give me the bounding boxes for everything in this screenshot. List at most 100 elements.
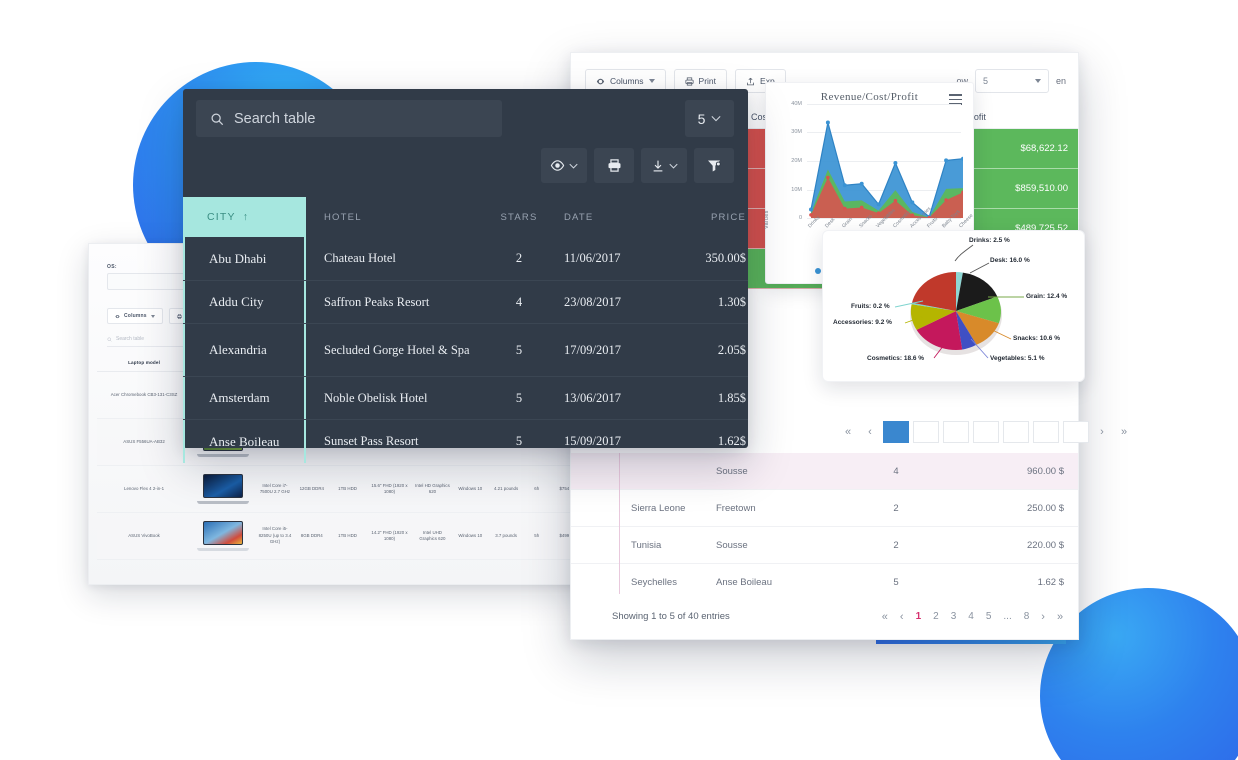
column-header-hotel[interactable]: HOTEL (306, 212, 474, 223)
showing-entries-text: Showing 1 to 5 of 40 entries (612, 611, 730, 622)
laptop-model: ASUS F556UA-AB32 (97, 418, 192, 466)
last-page-icon[interactable]: » (1115, 421, 1133, 443)
laptop-battery: 5h (524, 512, 550, 560)
pagination-page-5[interactable]: 5 (986, 611, 992, 622)
pagination-prev[interactable]: ‹ (900, 611, 904, 623)
os-filter-label: OS: (107, 264, 117, 270)
cell-hotel: Chateau Hotel (324, 251, 396, 266)
page-4-button[interactable] (973, 421, 999, 443)
laptop-model: Lenovo Flex 4 2-in-1 (97, 465, 192, 513)
next-page-icon[interactable]: › (1093, 421, 1111, 443)
cell-date: 11/06/2017 (564, 251, 621, 265)
pie-label-desk: Desk: 16.0 % (990, 257, 1030, 264)
cell-hotel: Saffron Peaks Resort (324, 294, 430, 309)
pagination-page-2[interactable]: 2 (933, 611, 939, 622)
visibility-toggle-button[interactable] (541, 148, 587, 183)
pagination-last[interactable]: » (1057, 611, 1063, 623)
entries-label: en (1055, 76, 1066, 86)
entries-select[interactable]: 5 (974, 69, 1049, 93)
cell-price: 2.05$ (717, 342, 746, 357)
eye-icon (550, 160, 565, 171)
cell-stars: 4 (893, 465, 899, 477)
columns-label: Columns (610, 76, 644, 86)
table-row[interactable]: Sierra Leone Freetown 2 250.00 $ (571, 490, 1078, 527)
filter-button[interactable] (694, 148, 734, 183)
screenshot-stage: OS: Columns Print Search table Laptop mo… (0, 0, 1238, 760)
table-row[interactable]: Alexandria Secluded Gorge Hotel & Spa 5 … (183, 323, 748, 376)
search-icon (211, 112, 224, 125)
prev-page-icon[interactable]: ‹ (861, 421, 879, 443)
laptop-weight: 3.7 pounds (487, 512, 525, 560)
table-row[interactable]: Abu Dhabi Chateau Hotel 2 11/06/2017 350… (183, 237, 748, 280)
download-button[interactable] (641, 148, 687, 183)
column-header-price[interactable]: PRICE (672, 212, 746, 223)
cell-price: 250.00 $ (1027, 502, 1064, 514)
cell-city: Alexandria (183, 324, 306, 376)
laptop-ram: 12GB DDR4 (295, 465, 329, 513)
column-header-date[interactable]: DATE (564, 212, 672, 223)
laptop-graphics: Intel HD Graphics 620 (411, 465, 453, 513)
y-tick-0: 0 (798, 215, 802, 221)
laptop-battery: 6h (524, 465, 550, 513)
chevron-down-icon (648, 79, 655, 83)
cell-country: Seychelles (631, 576, 677, 588)
page-1-button[interactable] (883, 421, 909, 443)
chevron-down-icon (569, 163, 578, 169)
dashboard-footer: Showing 1 to 5 of 40 entries « ‹ 1 2 3 4… (571, 594, 1078, 639)
page-3-button[interactable] (943, 421, 969, 443)
table-row[interactable]: Amsterdam Noble Obelisk Hotel 5 13/06/20… (183, 376, 748, 419)
pie-label-grain: Grain: 12.4 % (1026, 293, 1068, 300)
cell-price: 1.85$ (717, 390, 746, 405)
cell-stars: 5 (515, 390, 523, 405)
laptop-image (196, 521, 249, 551)
y-tick-40m: 40M (791, 101, 802, 107)
page-size-select[interactable]: 5 (685, 100, 734, 137)
laptop-col-model[interactable]: Laptop model (97, 354, 192, 372)
cell-stars: 2 (893, 502, 899, 514)
pagination-page-8[interactable]: 8 (1024, 611, 1030, 622)
cell-price: 1.30$ (717, 294, 746, 309)
chevron-down-icon (150, 314, 155, 318)
pagination-page-4[interactable]: 4 (968, 611, 974, 622)
laptop-search-placeholder: Search table (116, 336, 145, 342)
laptop-os: Windows 10 (452, 512, 488, 560)
search-icon (107, 337, 112, 342)
dark-table-header-row: CITY ↑ HOTEL STARS DATE PRICE (183, 197, 748, 237)
print-icon (177, 313, 182, 319)
export-icon (747, 77, 755, 85)
column-header-city[interactable]: CITY ↑ (183, 197, 306, 237)
search-input[interactable]: Search table (196, 100, 502, 137)
table-row[interactable]: Tunisia Sousse 2 220.00 $ (571, 527, 1078, 564)
pagination-next[interactable]: › (1041, 611, 1045, 623)
page-2-button[interactable] (913, 421, 939, 443)
area-chart-svg (809, 120, 965, 220)
download-icon (653, 160, 662, 171)
cell-country: Tunisia (631, 539, 662, 551)
table-row[interactable]: Anse Boileau Sunset Pass Resort 5 15/09/… (183, 419, 748, 463)
laptop-model: Acer Chromebook CB3-131-C3SZ (97, 371, 192, 419)
filter-icon (708, 160, 721, 172)
cell-stars: 5 (515, 434, 523, 448)
cell-stars: 5 (515, 342, 523, 357)
page-8-button[interactable] (1063, 421, 1089, 443)
laptop-weight: 4.21 pounds (487, 465, 525, 513)
pie-label-snacks: Snacks: 10.6 % (1013, 335, 1060, 342)
chart-plot-area (807, 104, 965, 220)
laptop-display: 15.6" FHD (1920 x 1080) (366, 465, 412, 513)
table-row[interactable]: Addu City Saffron Peaks Resort 4 23/08/2… (183, 280, 748, 323)
pagination-page-1[interactable]: 1 (916, 611, 922, 622)
cell-price: 350.00$ (705, 251, 746, 265)
page-5-button[interactable] (1003, 421, 1029, 443)
cell-stars: 2 (893, 539, 899, 551)
legend-dot-revenue (815, 268, 822, 274)
table-row[interactable]: Lenovo Flex 4 2-in-1 Intel Core i7-7500U… (97, 465, 633, 513)
print-button[interactable] (594, 148, 634, 183)
table-row[interactable]: ASUS VivoBook Intel Core i5-8250U (up to… (97, 512, 633, 560)
cell-date: 17/09/2017 (564, 342, 621, 357)
pagination-first[interactable]: « (882, 611, 888, 623)
laptop-columns-button[interactable]: Columns (107, 308, 163, 324)
first-page-icon[interactable]: « (839, 421, 857, 443)
column-header-stars[interactable]: STARS (474, 212, 564, 223)
pagination-page-3[interactable]: 3 (951, 611, 957, 622)
cell-city: Sousse (716, 465, 748, 477)
